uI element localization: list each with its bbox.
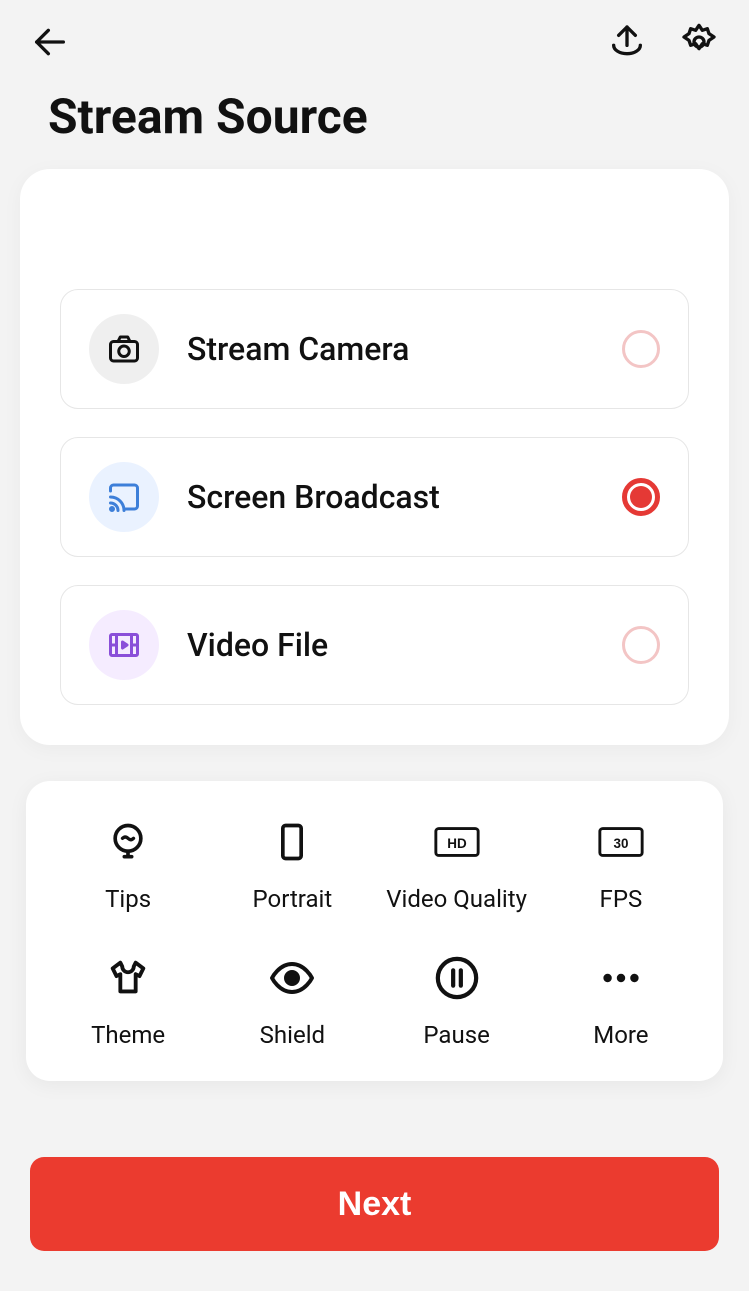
- grid-label: Theme: [91, 1021, 165, 1049]
- option-label: Screen Broadcast: [187, 478, 622, 516]
- more-icon: [596, 953, 646, 1003]
- radio-selected: [622, 478, 660, 516]
- option-stream-camera[interactable]: Stream Camera: [60, 289, 689, 409]
- grid-label: More: [593, 1021, 648, 1049]
- source-options-card: Stream Camera Screen Broadcast Video Fil…: [20, 169, 729, 745]
- grid-item-tips[interactable]: Tips: [46, 817, 210, 913]
- grid-label: FPS: [600, 885, 643, 913]
- grid-label: Pause: [423, 1021, 489, 1049]
- grid-item-more[interactable]: More: [539, 953, 703, 1049]
- grid-item-portrait[interactable]: Portrait: [210, 817, 374, 913]
- grid-item-video-quality[interactable]: HD Video Quality: [375, 817, 539, 913]
- fps-icon: 30: [596, 817, 646, 867]
- grid-label: Portrait: [253, 885, 333, 913]
- option-label: Stream Camera: [187, 330, 622, 368]
- cast-icon: [89, 462, 159, 532]
- grid-item-pause[interactable]: Pause: [375, 953, 539, 1049]
- option-video-file[interactable]: Video File: [60, 585, 689, 705]
- film-icon: [89, 610, 159, 680]
- camera-icon: [89, 314, 159, 384]
- upload-icon: [607, 22, 647, 62]
- share-button[interactable]: [605, 20, 649, 64]
- svg-text:HD: HD: [447, 836, 467, 851]
- option-screen-broadcast[interactable]: Screen Broadcast: [60, 437, 689, 557]
- grid-item-fps[interactable]: 30 FPS: [539, 817, 703, 913]
- grid-item-shield[interactable]: Shield: [210, 953, 374, 1049]
- shirt-icon: [103, 953, 153, 1003]
- hd-icon: HD: [432, 817, 482, 867]
- lightbulb-icon: [103, 817, 153, 867]
- grid-label: Shield: [260, 1021, 325, 1049]
- grid-label: Tips: [105, 885, 151, 913]
- grid-item-theme[interactable]: Theme: [46, 953, 210, 1049]
- next-button[interactable]: Next: [30, 1157, 719, 1251]
- top-bar: [0, 0, 749, 74]
- svg-text:30: 30: [613, 836, 628, 851]
- back-button[interactable]: [28, 20, 72, 64]
- eye-icon: [267, 953, 317, 1003]
- arrow-left-icon: [30, 22, 70, 62]
- pause-icon: [432, 953, 482, 1003]
- radio-unselected: [622, 626, 660, 664]
- settings-button[interactable]: [677, 20, 721, 64]
- settings-grid: Tips Portrait HD Video Quality 30 FPS Th…: [26, 781, 723, 1081]
- radio-unselected: [622, 330, 660, 368]
- option-label: Video File: [187, 626, 622, 664]
- page-title: Stream Source: [0, 74, 749, 169]
- gear-icon: [679, 22, 719, 62]
- portrait-icon: [267, 817, 317, 867]
- grid-label: Video Quality: [386, 885, 527, 913]
